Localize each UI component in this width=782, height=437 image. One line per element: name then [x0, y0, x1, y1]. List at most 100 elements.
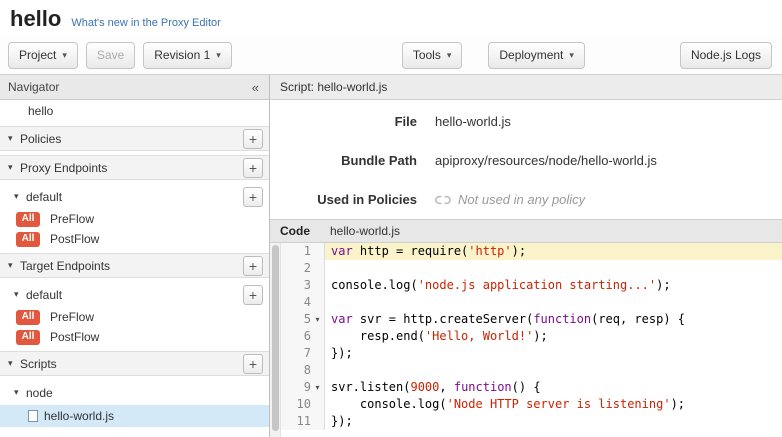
proxy-editor-window: hello What's new in the Proxy Editor Pro…: [0, 0, 782, 437]
code-line-9[interactable]: 9▾svr.listen(9000, function() {: [281, 379, 782, 396]
revision-button[interactable]: Revision 1 ▾: [143, 42, 232, 69]
code-line-2[interactable]: 2: [281, 260, 782, 277]
code-scrollbar[interactable]: [270, 243, 281, 437]
tools-button[interactable]: Tools ▾: [402, 42, 463, 69]
bundle-path-label: Bundle Path: [270, 153, 435, 168]
nav-section-target-endpoints[interactable]: ▾Target Endpoints +: [0, 253, 269, 278]
code-line-3[interactable]: 3console.log('node.js application starti…: [281, 277, 782, 294]
caret-down-icon: ▾: [569, 51, 574, 60]
flow-condition-badge: All: [16, 310, 40, 325]
nodejs-logs-button[interactable]: Node.js Logs: [680, 42, 772, 69]
nav-label: hello: [28, 104, 53, 118]
page-title: hello: [10, 6, 61, 32]
collapse-navigator-icon[interactable]: «: [252, 80, 259, 95]
add-default-button[interactable]: +: [243, 285, 263, 305]
nav-label: hello-world.js: [44, 409, 114, 423]
code-line-6[interactable]: 6 resp.end('Hello, World!');: [281, 328, 782, 345]
nav-label: Scripts: [20, 357, 57, 371]
expand-collapse-icon[interactable]: ▾: [8, 260, 20, 271]
bundle-path-row: Bundle Path apiproxy/resources/node/hell…: [270, 153, 782, 168]
flow-condition-badge: All: [16, 212, 40, 227]
code-line-5[interactable]: 5▾var svr = http.createServer(function(r…: [281, 311, 782, 328]
add-default-button[interactable]: +: [243, 187, 263, 207]
code-text: console.log('node.js application startin…: [325, 277, 782, 294]
code-tab[interactable]: Code: [280, 224, 310, 238]
line-number: 7: [281, 345, 311, 362]
code-line-11[interactable]: 11});: [281, 413, 782, 430]
deployment-button-label: Deployment: [499, 48, 563, 62]
project-button-label: Project: [19, 48, 56, 62]
nav-item-hello[interactable]: hello: [0, 100, 269, 122]
nav-label: PostFlow: [50, 330, 99, 344]
code-text: [325, 260, 782, 277]
code-text: svr.listen(9000, function() {: [325, 379, 782, 396]
line-number: 6: [281, 328, 311, 345]
nav-file-hello-world-js[interactable]: hello-world.js: [0, 405, 269, 427]
page-header: hello What's new in the Proxy Editor: [0, 0, 782, 36]
flow-condition-badge: All: [16, 232, 40, 247]
used-in-policies-value: Not used in any policy: [435, 192, 585, 207]
nav-flow-preflow[interactable]: AllPreFlow: [0, 209, 269, 229]
save-button-label: Save: [97, 48, 124, 62]
nav-flow-postflow[interactable]: All PostFlow: [0, 327, 269, 347]
add-policies-button[interactable]: +: [243, 129, 263, 149]
code-text: });: [325, 345, 782, 362]
expand-collapse-icon[interactable]: ▾: [8, 133, 20, 144]
expand-collapse-icon[interactable]: ▾: [14, 289, 26, 300]
flow-condition-badge: All: [16, 330, 40, 345]
code-line-4[interactable]: 4: [281, 294, 782, 311]
deployment-button[interactable]: Deployment ▾: [488, 42, 585, 69]
expand-collapse-icon[interactable]: ▾: [8, 162, 20, 173]
code-line-8[interactable]: 8: [281, 362, 782, 379]
code-fold-icon[interactable]: ▾: [311, 311, 324, 328]
line-number: 8: [281, 362, 311, 379]
line-number: 4: [281, 294, 311, 311]
save-button[interactable]: Save: [86, 42, 135, 69]
nav-flow-preflow[interactable]: All PreFlow: [0, 307, 269, 327]
file-icon: [28, 410, 38, 422]
nav-label: node: [26, 386, 53, 400]
nav-section-policies[interactable]: ▾Policies +: [0, 126, 269, 151]
code-fold-icon[interactable]: ▾: [311, 379, 324, 396]
code-editor[interactable]: 1var http = require('http');23console.lo…: [270, 243, 782, 437]
nav-section-scripts[interactable]: ▾Scripts +: [0, 351, 269, 376]
nav-label: Target Endpoints: [20, 259, 110, 273]
add-target-endpoints-button[interactable]: +: [243, 256, 263, 276]
line-number: 2: [281, 260, 311, 277]
expand-collapse-icon[interactable]: ▾: [14, 191, 26, 202]
nav-subsection-node[interactable]: ▾node: [0, 380, 269, 405]
expand-collapse-icon[interactable]: ▾: [8, 358, 20, 369]
line-number-gutter: 5▾: [281, 311, 325, 328]
code-text: var svr = http.createServer(function(req…: [325, 311, 782, 328]
add-proxy-endpoints-button[interactable]: +: [243, 158, 263, 178]
code-line-1[interactable]: 1var http = require('http');: [281, 243, 782, 260]
nav-section-proxy-endpoints[interactable]: ▾Proxy Endpoints+: [0, 155, 269, 180]
code-line-7[interactable]: 7});: [281, 345, 782, 362]
nav-subsection-default[interactable]: ▾default+: [0, 282, 269, 307]
line-number-gutter: 7: [281, 345, 325, 362]
expand-collapse-icon[interactable]: ▾: [14, 387, 26, 398]
whats-new-link[interactable]: What's new in the Proxy Editor: [71, 17, 220, 29]
code-text: var http = require('http');: [325, 243, 782, 260]
code-line-10[interactable]: 10 console.log('Node HTTP server is list…: [281, 396, 782, 413]
caret-down-icon: ▾: [447, 51, 452, 60]
line-number-gutter: 6: [281, 328, 325, 345]
code-text: [325, 362, 782, 379]
code-scrollbar-thumb[interactable]: [272, 245, 279, 431]
project-button[interactable]: Project ▾: [8, 42, 78, 69]
line-number: 10: [281, 396, 311, 413]
used-in-policies-label: Used in Policies: [270, 192, 435, 207]
caret-down-icon: ▾: [62, 51, 67, 60]
caret-down-icon: ▾: [216, 51, 221, 60]
line-number: 9: [281, 379, 311, 396]
toolbar: Project ▾ Save Revision 1 ▾ Tools ▾ Depl…: [0, 36, 782, 75]
nav-label: PreFlow: [50, 310, 94, 324]
add-scripts-button[interactable]: +: [243, 354, 263, 374]
nav-label: Policies: [20, 132, 61, 146]
nav-flow-postflow[interactable]: AllPostFlow: [0, 229, 269, 249]
nav-subsection-default[interactable]: ▾default+: [0, 184, 269, 209]
file-row: File hello-world.js: [270, 114, 782, 129]
revision-button-label: Revision 1: [154, 48, 210, 62]
line-number-gutter: 11: [281, 413, 325, 430]
content-area: Navigator « hello▾Policies+▾Proxy Endpoi…: [0, 75, 782, 437]
